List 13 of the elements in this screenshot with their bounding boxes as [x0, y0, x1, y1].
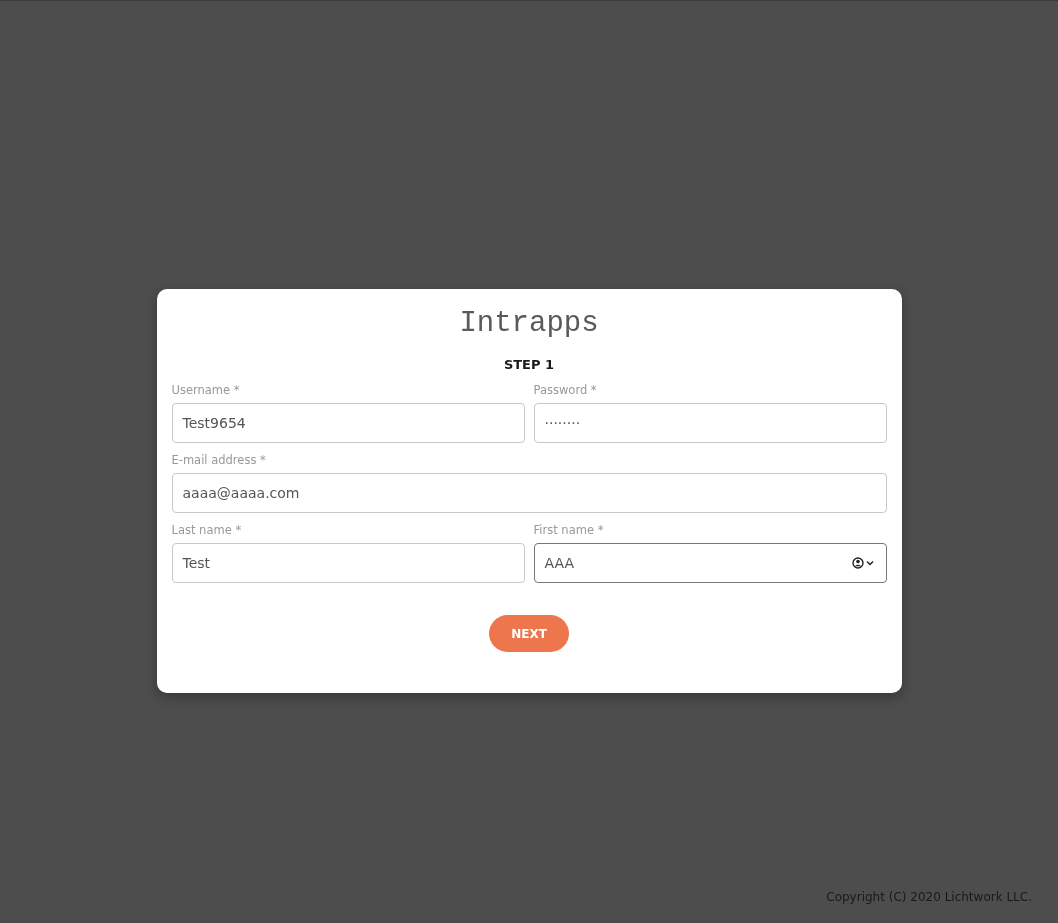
contact-autofill-icon[interactable]	[851, 557, 876, 569]
field-label: E-mail address *	[171, 453, 266, 467]
input-field[interactable]: aaaa@aaaa.com	[171, 473, 887, 513]
input-field[interactable]: ········	[533, 403, 887, 443]
field-label: Username *	[171, 383, 240, 397]
step-heading: STEP 1	[503, 357, 555, 373]
field-label: Last name *	[171, 523, 242, 537]
input-field[interactable]: AAA	[533, 543, 887, 583]
input-field[interactable]: Test9654	[171, 403, 525, 443]
field-label: First name *	[533, 523, 604, 537]
input-field[interactable]: Test	[171, 543, 525, 583]
field-label: Password *	[533, 383, 597, 397]
app-title: Intrapps	[459, 307, 599, 341]
